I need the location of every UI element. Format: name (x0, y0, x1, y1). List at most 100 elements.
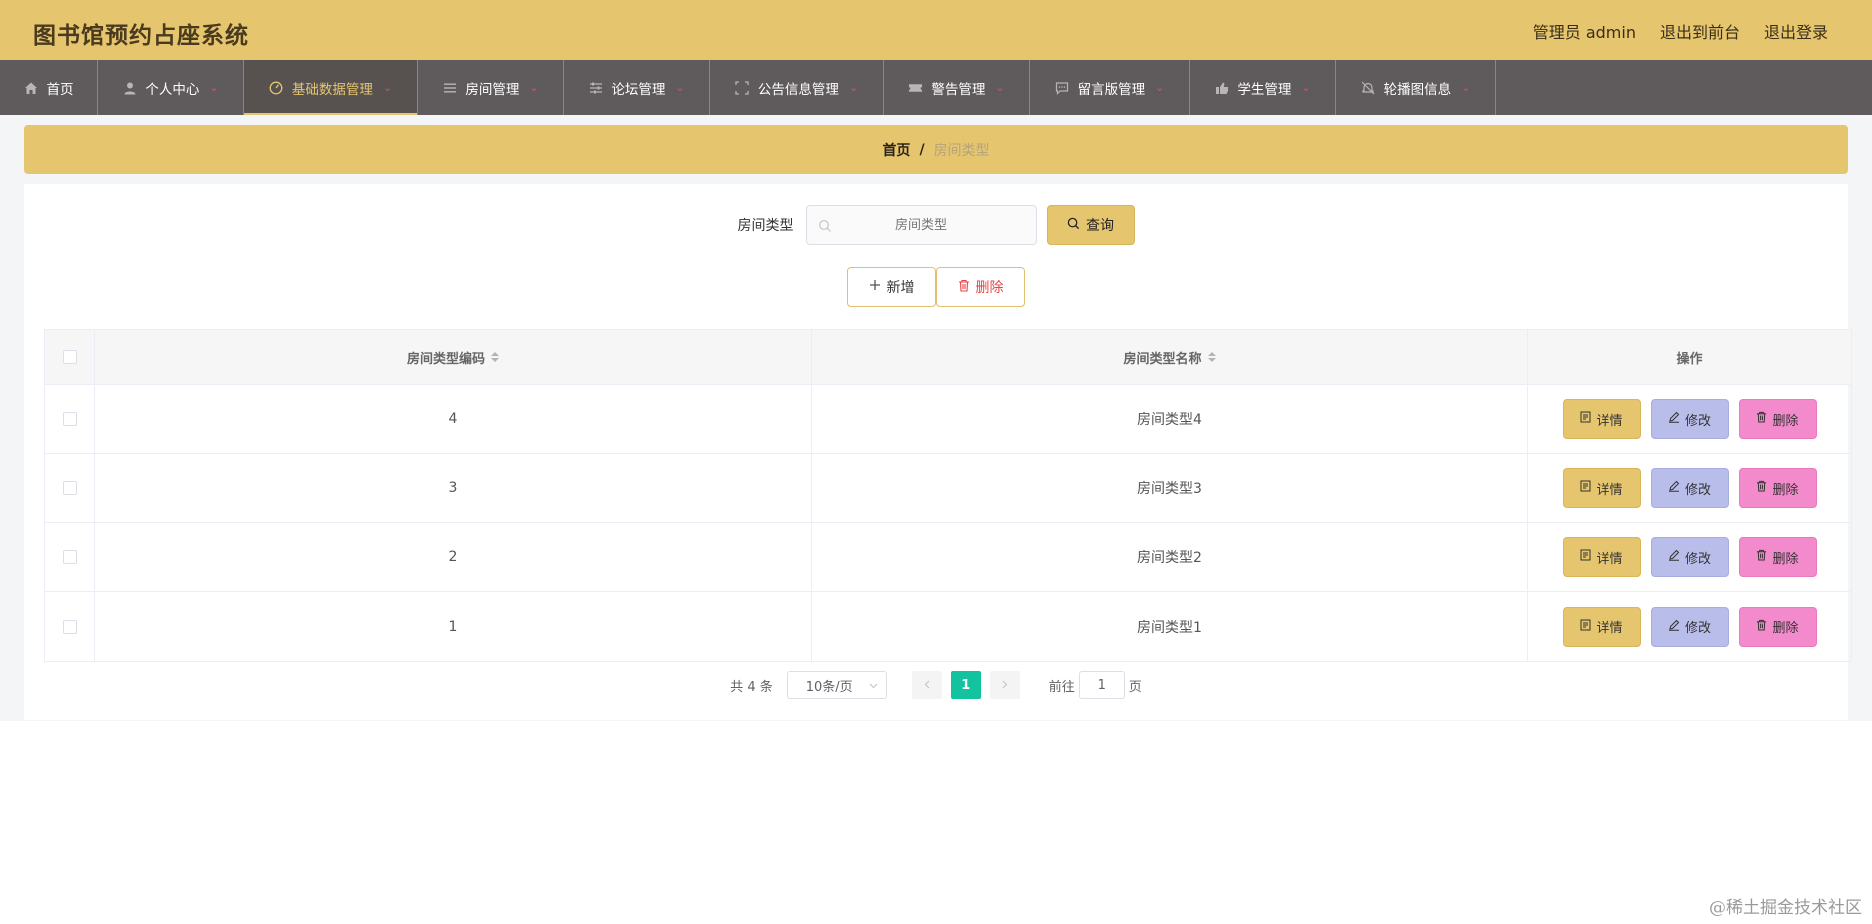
page-number-current[interactable]: 1 (950, 671, 981, 699)
delete-button[interactable]: 删除 (1738, 468, 1817, 508)
room-type-table: 房间类型编码 房间类型名称 操作 4 房间类型4 详情 修改 删除 3 房间类型… (44, 329, 1852, 662)
cell-code: 2 (95, 523, 812, 591)
breadcrumb-home[interactable]: 首页 (882, 140, 910, 160)
search-icon (818, 218, 832, 237)
app-title: 图书馆预约占座系统 (33, 23, 249, 49)
edit-button[interactable]: 修改 (1650, 537, 1729, 577)
detail-label: 详情 (1596, 482, 1623, 498)
edit-button[interactable]: 修改 (1650, 399, 1729, 439)
nav-item-basic-data[interactable]: 基础数据管理 ⌄ (244, 60, 418, 115)
add-button[interactable]: 新增 (847, 267, 936, 307)
chevron-down-icon: ⌄ (382, 81, 393, 94)
trash-icon (1756, 480, 1767, 496)
admin-user-label: 管理员 admin (1532, 23, 1636, 42)
row-checkbox[interactable] (62, 481, 77, 495)
pencil-icon (1668, 480, 1680, 496)
goto-page-input[interactable] (1078, 671, 1125, 699)
nav-item-home[interactable]: 首页 (0, 60, 98, 115)
batch-delete-label: 删除 (975, 280, 1004, 296)
cell-code: 1 (95, 592, 812, 661)
edit-label: 修改 (1684, 413, 1711, 429)
main-nav: 首页 个人中心 ⌄ 基础数据管理 ⌄ 房间管理 ⌄ 论坛管理 ⌄ 公告信息管理 … (0, 60, 1872, 115)
nav-label: 房间管理 (465, 81, 520, 98)
breadcrumb-separator: / (919, 141, 925, 158)
document-icon (1580, 619, 1591, 635)
batch-delete-button[interactable]: 删除 (936, 267, 1025, 307)
delete-label: 删除 (1772, 413, 1799, 429)
chevron-down-icon (869, 678, 878, 693)
nav-item-message-board[interactable]: 留言版管理 ⌄ (1030, 60, 1190, 115)
select-all-checkbox[interactable] (62, 350, 77, 364)
page-size-value: 10条/页 (805, 679, 853, 695)
chevron-down-icon: ⌄ (995, 81, 1005, 94)
trash-icon (1756, 549, 1767, 565)
query-button[interactable]: 查询 (1046, 205, 1135, 245)
row-checkbox[interactable] (62, 550, 77, 564)
delete-button[interactable]: 删除 (1738, 537, 1817, 577)
room-type-search-input[interactable] (806, 206, 1036, 244)
cell-code: 4 (95, 385, 812, 453)
logout-link[interactable]: 退出登录 (1764, 19, 1828, 43)
cell-name: 房间类型3 (812, 454, 1528, 522)
pagination: 共 4 条 10条/页 1 前往 页 (24, 671, 1848, 699)
detail-label: 详情 (1596, 621, 1623, 636)
chat-icon (1055, 80, 1070, 95)
nav-item-student-management[interactable]: 学生管理 ⌄ (1190, 60, 1336, 115)
detail-button[interactable]: 详情 (1562, 537, 1641, 577)
delete-button[interactable]: 删除 (1738, 399, 1817, 439)
chevron-right-icon (1002, 678, 1008, 693)
table-header: 房间类型编码 房间类型名称 操作 (45, 330, 1851, 385)
detail-button[interactable]: 详情 (1562, 606, 1641, 647)
nav-label: 轮播图信息 (1383, 81, 1452, 98)
delete-button[interactable]: 删除 (1738, 606, 1817, 647)
row-checkbox-cell (45, 385, 95, 453)
next-page-button[interactable] (989, 671, 1020, 699)
table-row: 2 房间类型2 详情 修改 删除 (45, 523, 1851, 592)
nav-item-warning-management[interactable]: 警告管理 ⌄ (884, 60, 1030, 115)
row-checkbox[interactable] (62, 412, 77, 426)
pencil-icon (1668, 411, 1680, 427)
detail-button[interactable]: 详情 (1562, 399, 1641, 439)
page-size-select[interactable]: 10条/页 (786, 671, 887, 699)
cell-name: 房间类型1 (812, 592, 1528, 661)
query-button-label: 查询 (1086, 218, 1114, 234)
prev-page-button[interactable] (911, 671, 942, 699)
row-checkbox-cell (45, 523, 95, 591)
detail-button[interactable]: 详情 (1562, 468, 1641, 508)
cell-ops: 详情 修改 删除 (1528, 385, 1851, 453)
header-name-label: 房间类型名称 (1123, 351, 1202, 367)
goto-page: 前往 页 (1049, 671, 1142, 699)
delete-label: 删除 (1772, 621, 1799, 636)
delete-label: 删除 (1772, 482, 1799, 498)
trash-icon (958, 279, 970, 296)
edit-button[interactable]: 修改 (1650, 468, 1729, 508)
nav-item-forum-management[interactable]: 论坛管理 ⌄ (564, 60, 710, 115)
cell-ops: 详情 修改 删除 (1528, 523, 1851, 591)
header-actions: 管理员 admin 退出到前台 退出登录 (1533, 19, 1828, 43)
nav-item-room-management[interactable]: 房间管理 ⌄ (418, 60, 564, 115)
header-name[interactable]: 房间类型名称 (812, 330, 1528, 384)
trash-icon (1756, 411, 1767, 427)
goto-suffix: 页 (1128, 679, 1142, 695)
header-code[interactable]: 房间类型编码 (95, 330, 812, 384)
sort-icon[interactable] (491, 352, 499, 362)
edit-label: 修改 (1684, 621, 1711, 636)
row-checkbox-cell (45, 592, 95, 661)
ticket-icon (908, 80, 923, 95)
thumb-icon (1214, 80, 1229, 95)
cell-ops: 详情 修改 删除 (1528, 454, 1851, 522)
document-icon (1580, 480, 1591, 496)
chevron-down-icon: ⌄ (1461, 81, 1471, 94)
edit-button[interactable]: 修改 (1650, 606, 1729, 647)
nav-item-carousel-info[interactable]: 轮播图信息 ⌄ (1336, 60, 1496, 115)
nav-item-announcement-management[interactable]: 公告信息管理 ⌄ (710, 60, 884, 115)
row-checkbox[interactable] (62, 619, 77, 634)
sort-icon[interactable] (1207, 352, 1216, 362)
back-to-front-link[interactable]: 退出到前台 (1660, 19, 1740, 43)
search-input-wrapper (805, 205, 1037, 245)
edit-label: 修改 (1684, 551, 1711, 567)
watermark: @稀土掘金技术社区 (1709, 898, 1862, 918)
nav-label: 首页 (46, 81, 74, 98)
nav-item-personal-center[interactable]: 个人中心 ⌄ (98, 60, 244, 115)
table-row: 3 房间类型3 详情 修改 删除 (45, 454, 1851, 523)
